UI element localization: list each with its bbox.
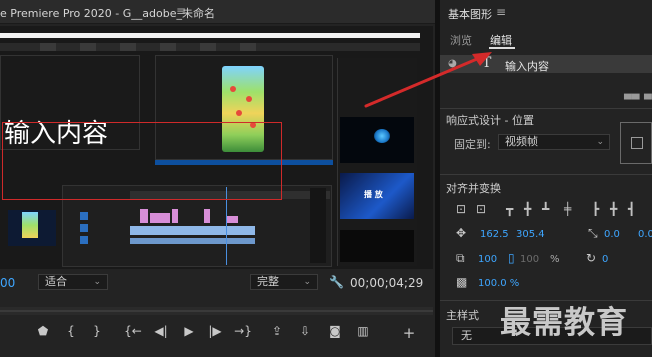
anchor-x-value[interactable]: 0.0 — [604, 229, 620, 240]
distribute-icon[interactable]: ╪ — [564, 202, 571, 216]
watermark-logo: 最需教育 — [500, 305, 628, 341]
chevron-down-icon: ⌄ — [93, 277, 101, 287]
quality-select-value: 完整 — [257, 275, 279, 288]
mark-out-icon[interactable]: } — [88, 324, 106, 338]
layer-name[interactable]: 输入内容 — [505, 58, 549, 74]
extract-icon[interactable]: ⇩ — [296, 324, 314, 338]
anchor-point-icon: ⤡ — [588, 226, 598, 240]
add-marker-icon[interactable]: ⬟ — [34, 324, 52, 338]
wrench-icon[interactable]: 🔧 — [329, 275, 344, 289]
template-thumbnail-2[interactable]: 播 放 — [340, 173, 414, 219]
align-horizontal-center-icon[interactable]: ⊡ — [476, 202, 486, 216]
position-y-value[interactable]: 305.4 — [516, 229, 545, 240]
pin-to-value: 视频帧 — [505, 135, 538, 148]
pin-to-select[interactable]: 视频帧 ⌄ — [498, 134, 610, 150]
duration-timecode: 00;00;04;29 — [350, 276, 424, 290]
track-toggle — [80, 212, 88, 220]
go-to-in-icon[interactable]: {← — [124, 324, 142, 338]
timeline-clip — [172, 209, 178, 223]
scale-height-value: 100 — [520, 254, 540, 265]
transport-controls: ⬟ { } {← ◀| ▶ |▶ →} ⇪ ⇩ ◙ ▥ + — [0, 324, 433, 346]
chevron-down-icon: ⌄ — [303, 277, 311, 287]
opacity-value[interactable]: 100.0 % — [478, 278, 519, 289]
tab-browse[interactable]: 浏览 — [450, 32, 472, 48]
project-thumbnail-image — [22, 212, 38, 238]
template-thumbnail-1[interactable] — [340, 117, 414, 163]
pin-center-icon — [631, 137, 643, 149]
pin-edges-control[interactable] — [620, 122, 652, 164]
glow-orb-icon — [374, 129, 390, 143]
audio-meter — [310, 188, 326, 263]
section-separator — [440, 174, 652, 175]
align-left-icon[interactable]: ┣ — [592, 202, 599, 216]
export-frame-icon[interactable]: ◙ — [326, 324, 344, 338]
align-vertical-center-icon[interactable]: ⊡ — [456, 202, 466, 216]
timeline-video-clip — [130, 226, 255, 235]
track-toggle — [80, 224, 88, 232]
scale-icon: ⧉ — [456, 251, 465, 265]
master-style-title: 主样式 — [446, 309, 479, 322]
new-layer-icon[interactable]: ▀ — [644, 95, 652, 106]
rotation-value[interactable]: 0 — [602, 254, 608, 265]
track-toggle — [80, 236, 88, 244]
align-transform-title: 对齐并变换 — [446, 182, 501, 195]
timeline-audio-clip — [130, 238, 255, 244]
timeline-clip — [140, 209, 148, 223]
align-right-icon[interactable]: ┫ — [628, 202, 635, 216]
position-x-value[interactable]: 162.5 — [480, 229, 509, 240]
timeline-clip — [204, 209, 210, 223]
align-middle-icon[interactable]: ╋ — [524, 202, 531, 216]
window-menu-icon[interactable]: ≡ — [176, 4, 186, 18]
chevron-down-icon: ⌄ — [596, 137, 604, 147]
lift-icon[interactable]: ⇪ — [268, 324, 286, 338]
template-thumbnail-text: 播 放 — [364, 190, 383, 199]
annotation-arrow — [364, 52, 492, 108]
new-folder-icon[interactable]: ▀▀ — [624, 95, 639, 106]
template-thumbnail-3[interactable] — [340, 230, 414, 262]
panel-title: 基本图形 — [448, 8, 492, 21]
align-center-icon[interactable]: ╋ — [610, 202, 617, 216]
embedded-workspace-tabs — [0, 43, 420, 51]
embedded-title-bar — [0, 33, 420, 38]
scrub-track — [0, 310, 433, 312]
active-tab-indicator — [489, 47, 515, 49]
fit-select[interactable]: 适合 ⌄ — [38, 274, 108, 290]
mark-in-icon[interactable]: { — [62, 324, 80, 338]
timeline-clip — [226, 216, 238, 223]
current-timecode[interactable]: 00 — [0, 276, 15, 290]
add-button-icon[interactable]: + — [400, 324, 418, 342]
lock-scale-icon[interactable]: ▯ — [508, 251, 515, 265]
rotation-icon: ↻ — [586, 251, 597, 265]
pin-to-label: 固定到: — [454, 138, 491, 151]
responsive-design-title: 响应式设计 - 位置 — [446, 114, 534, 127]
compare-view-icon[interactable]: ▥ — [354, 324, 372, 338]
panel-menu-icon[interactable]: ≡ — [496, 5, 506, 19]
quality-select[interactable]: 完整 ⌄ — [250, 274, 318, 290]
align-top-icon[interactable]: ┳ — [506, 202, 513, 216]
opacity-icon: ▩ — [456, 275, 468, 289]
step-back-icon[interactable]: ◀| — [152, 324, 170, 338]
play-icon[interactable]: ▶ — [180, 324, 198, 338]
annotation-highlight-box — [2, 122, 282, 200]
scale-value[interactable]: 100 — [478, 254, 497, 265]
anchor-y-value[interactable]: 0.0 — [638, 229, 652, 240]
scale-unit: % — [550, 254, 560, 265]
go-to-out-icon[interactable]: →} — [234, 324, 252, 338]
align-bottom-icon[interactable]: ┻ — [542, 202, 549, 216]
title-bar: e Premiere Pro 2020 - G__adobe_未命名 ≡ — [0, 0, 435, 24]
step-forward-icon[interactable]: |▶ — [206, 324, 224, 338]
position-icon: ✥ — [456, 226, 467, 240]
master-style-value: 无 — [461, 329, 472, 342]
fit-select-value: 适合 — [45, 275, 67, 288]
tab-edit[interactable]: 编辑 — [490, 32, 512, 48]
timeline-clip — [150, 213, 170, 223]
